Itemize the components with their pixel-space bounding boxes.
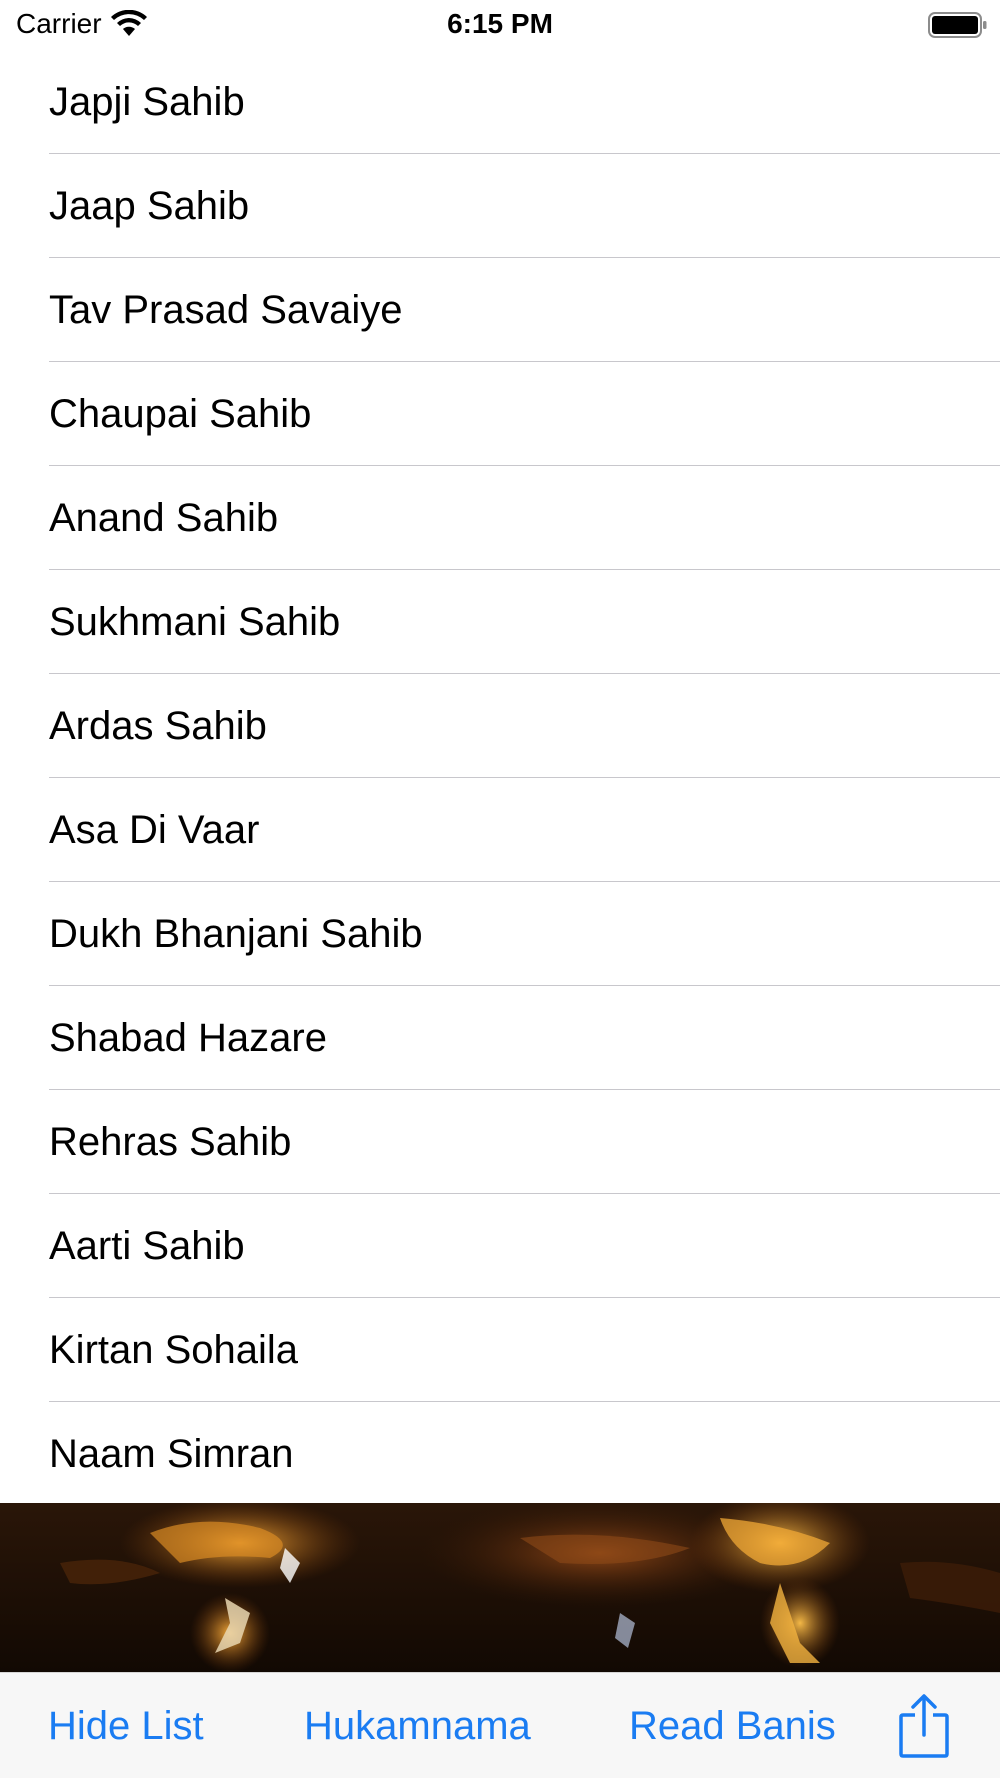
status-time: 6:15 PM <box>447 8 553 39</box>
bani-label: Jaap Sahib <box>49 184 250 228</box>
bani-label: Tav Prasad Savaiye <box>49 288 403 332</box>
battery-icon <box>928 12 987 38</box>
bani-row-rehras-sahib[interactable]: Rehras Sahib <box>0 1090 1000 1194</box>
bani-label: Asa Di Vaar <box>49 808 260 852</box>
bani-label: Anand Sahib <box>49 496 279 540</box>
golden-temple-banner-image <box>0 1503 1000 1672</box>
bani-row-anand-sahib[interactable]: Anand Sahib <box>0 466 1000 570</box>
bani-list: Japji Sahib Jaap Sahib Tav Prasad Savaiy… <box>0 50 1000 1506</box>
bani-row-dukh-bhanjani-sahib[interactable]: Dukh Bhanjani Sahib <box>0 882 1000 986</box>
hide-list-button[interactable]: Hide List <box>48 1673 204 1779</box>
banner-graphic <box>0 1503 1000 1672</box>
hukamnama-button[interactable]: Hukamnama <box>304 1673 531 1779</box>
bani-row-sukhmani-sahib[interactable]: Sukhmani Sahib <box>0 570 1000 674</box>
bani-label: Shabad Hazare <box>49 1016 327 1060</box>
bani-label: Chaupai Sahib <box>49 392 312 436</box>
bani-label: Naam Simran <box>49 1432 294 1476</box>
bani-row-tav-prasad-savaiye[interactable]: Tav Prasad Savaiye <box>0 258 1000 362</box>
bani-row-shabad-hazare[interactable]: Shabad Hazare <box>0 986 1000 1090</box>
bani-row-aarti-sahib[interactable]: Aarti Sahib <box>0 1194 1000 1298</box>
bani-label: Rehras Sahib <box>49 1120 292 1164</box>
bani-label: Aarti Sahib <box>49 1224 245 1268</box>
bani-row-chaupai-sahib[interactable]: Chaupai Sahib <box>0 362 1000 466</box>
bottom-toolbar: Hide List Hukamnama Read Banis <box>0 1672 1000 1778</box>
bani-label: Japji Sahib <box>49 80 245 124</box>
read-banis-button[interactable]: Read Banis <box>629 1673 836 1779</box>
bani-row-jaap-sahib[interactable]: Jaap Sahib <box>0 154 1000 258</box>
bani-label: Kirtan Sohaila <box>49 1328 299 1372</box>
bani-row-asa-di-vaar[interactable]: Asa Di Vaar <box>0 778 1000 882</box>
bani-label: Dukh Bhanjani Sahib <box>49 912 423 956</box>
share-icon[interactable] <box>898 1693 950 1759</box>
bani-row-naam-simran[interactable]: Naam Simran <box>0 1402 1000 1506</box>
bani-label: Ardas Sahib <box>49 704 267 748</box>
bani-label: Sukhmani Sahib <box>49 600 341 644</box>
bani-row-ardas-sahib[interactable]: Ardas Sahib <box>0 674 1000 778</box>
status-bar: Carrier 6:15 PM <box>0 0 1000 50</box>
bani-row-japji-sahib[interactable]: Japji Sahib <box>0 50 1000 154</box>
bani-row-kirtan-sohaila[interactable]: Kirtan Sohaila <box>0 1298 1000 1402</box>
